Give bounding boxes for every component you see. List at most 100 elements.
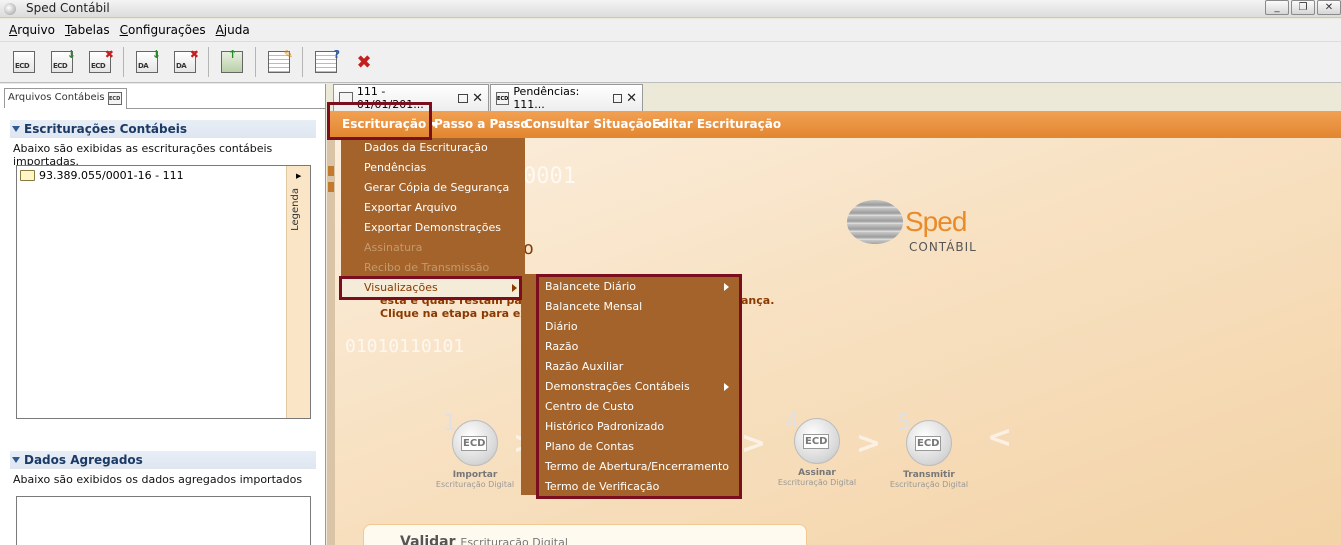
delete-da-button[interactable]: ✖ DA	[170, 47, 200, 77]
step-assinar[interactable]: 4 ECD Assinar Escrituração Digital	[777, 409, 857, 487]
toolbar-separator	[208, 47, 209, 77]
tab-label: Arquivos Contábeis	[8, 92, 105, 103]
restore-icon[interactable]: ❐	[1291, 0, 1315, 15]
tab-pendencias[interactable]: ECD Pendências: 111... ✕	[490, 84, 643, 111]
import-ecd-button[interactable]: ↓ ECD	[47, 47, 77, 77]
app-icon	[4, 3, 16, 15]
dados-agregados-description: Abaixo são exibidos os dados agregados i…	[13, 473, 303, 486]
nav-escrituracao[interactable]: Escrituração	[342, 117, 439, 131]
instructions-line-1-end: ança.	[741, 294, 775, 307]
dados-agregados-header[interactable]: Dados Agregados	[10, 451, 316, 469]
da-import-icon: ↓ DA	[136, 48, 161, 73]
background-binary: 01010110101	[345, 336, 465, 357]
submenu-item-demonstracoes-contabeis[interactable]: Demonstrações Contábeis	[539, 377, 739, 397]
menu-item-exportar-arquivo[interactable]: Exportar Arquivo	[341, 198, 525, 218]
escrituracao-dropdown: Dados da Escrituração Pendências Gerar C…	[341, 138, 525, 300]
submenu-item-balancete-diario[interactable]: Balancete Diário	[539, 277, 739, 297]
export-button[interactable]: ↑	[217, 47, 247, 77]
submenu-item-termo-verificacao[interactable]: Termo de Verificação	[539, 477, 739, 497]
help-icon: ?	[315, 48, 340, 73]
expand-arrow-icon[interactable]	[328, 182, 334, 192]
menu-item-visualizacoes[interactable]: Visualizações	[341, 278, 525, 298]
submenu-item-razao[interactable]: Razão	[539, 337, 739, 357]
ecd-document-icon: ECD	[13, 51, 35, 73]
menu-item-recibo: Recibo de Transmissão	[364, 261, 490, 274]
maximize-tab-icon[interactable]	[612, 93, 623, 103]
ecd-delete-icon: ✖ ECD	[89, 48, 114, 73]
toolbar-separator	[255, 47, 256, 77]
submenu-item-balancete-mensal[interactable]: Balancete Mensal	[539, 297, 739, 317]
menu-bar: Arquivo Tabelas Configurações Ajuda	[0, 19, 1341, 41]
transmit-step-icon: 5 ECD	[897, 411, 952, 466]
edit-button[interactable]: ✎	[264, 47, 294, 77]
menu-item-pendencias[interactable]: Pendências	[341, 158, 525, 178]
collapse-arrow-icon[interactable]	[328, 166, 334, 176]
tree-item[interactable]: 93.389.055/0001-16 - 111	[20, 169, 184, 182]
window-title: Sped Contábil	[26, 1, 110, 15]
submenu-arrow-icon	[724, 383, 729, 391]
escrituracoes-tree[interactable]: 93.389.055/0001-16 - 111 ▶ Legenda	[16, 165, 311, 419]
toolbar-separator	[123, 47, 124, 77]
menu-item-exportar-demonstracoes[interactable]: Exportar Demonstrações	[341, 218, 525, 238]
ecd-icon: ECD	[107, 92, 122, 105]
submenu-item-historico-padronizado[interactable]: Histórico Padronizado	[539, 417, 739, 437]
menu-item-dados-escrituracao[interactable]: Dados da Escrituração	[341, 138, 525, 158]
escrituracoes-header[interactable]: Escriturações Contábeis	[10, 120, 316, 138]
maximize-tab-icon[interactable]	[458, 93, 469, 103]
menu-ajuda[interactable]: Ajuda	[211, 23, 255, 37]
export-icon: ↑	[221, 48, 243, 73]
toolbar: ECD ↓ ECD ✖ ECD ↓ DA ✖ DA ↑ ✎ ? ✖	[0, 41, 1341, 83]
submenu-item-centro-de-custo[interactable]: Centro de Custo	[539, 397, 739, 417]
help-button[interactable]: ?	[311, 47, 341, 77]
open-ecd-button[interactable]: ECD	[9, 47, 39, 77]
delete-ecd-button[interactable]: ✖ ECD	[85, 47, 115, 77]
step-arrow-icon: >	[741, 426, 767, 461]
collapse-triangle-icon[interactable]	[12, 457, 20, 463]
submenu-arrow-icon	[724, 283, 729, 291]
sped-globe-icon	[847, 200, 903, 244]
ecd-icon: ECD	[496, 91, 510, 105]
instructions-line-2: Clique na etapa para exec	[380, 307, 542, 320]
exit-button[interactable]: ✖	[349, 47, 379, 77]
menu-arquivo[interactable]: Arquivo	[4, 23, 60, 37]
close-tab-icon[interactable]: ✕	[472, 91, 483, 106]
step-importar[interactable]: 1 ECD Importar Escrituração Digital	[435, 411, 515, 489]
submenu-item-plano-de-contas[interactable]: Plano de Contas	[539, 437, 739, 457]
red-x-icon: ✖	[356, 51, 372, 73]
submenu-item-razao-auxiliar[interactable]: Razão Auxiliar	[539, 357, 739, 377]
legend-toggle[interactable]: ▶ Legenda	[286, 166, 310, 418]
import-step-icon: 1 ECD	[443, 411, 498, 466]
nav-consultar-situacao[interactable]: Consultar Situação	[524, 117, 664, 131]
menu-tabelas[interactable]: Tabelas	[60, 23, 115, 37]
sign-step-icon: 4 ECD	[785, 409, 840, 464]
folder-icon	[20, 170, 35, 181]
step-transmitir[interactable]: 5 ECD Transmitir Escrituração Digital	[889, 411, 969, 489]
legend-label: Legenda	[290, 188, 301, 231]
title-bar: Sped Contábil _ ❐ ✕	[0, 0, 1341, 18]
document-tabs: 111 - 01/01/201... ✕ ECD Pendências: 111…	[327, 84, 1341, 112]
tab-arquivos-contabeis[interactable]: Arquivos Contábeis ECD	[4, 88, 127, 108]
left-panel: Arquivos Contábeis ECD Escriturações Con…	[0, 84, 326, 545]
submenu-arrow-icon	[512, 284, 517, 292]
submenu-item-termo-abertura[interactable]: Termo de Abertura/Encerramento	[539, 457, 739, 477]
visualizacoes-submenu: Balancete Diário Balancete Mensal Diário…	[536, 274, 742, 499]
validar-panel[interactable]: Validar Escrituração Digital	[363, 524, 807, 545]
import-da-button[interactable]: ↓ DA	[132, 47, 162, 77]
menu-configuracoes[interactable]: Configurações	[115, 23, 211, 37]
dados-agregados-tree[interactable]	[16, 496, 311, 545]
arrow-icon: ▶	[296, 172, 302, 180]
close-tab-icon[interactable]: ✕	[626, 91, 637, 106]
minimize-icon[interactable]: _	[1265, 0, 1289, 15]
collapse-triangle-icon[interactable]	[12, 126, 20, 132]
edit-pencil-icon: ✎	[268, 48, 293, 73]
submenu-item-diario[interactable]: Diário	[539, 317, 739, 337]
da-delete-icon: ✖ DA	[174, 48, 199, 73]
nav-passo-a-passo[interactable]: Passo a Passo	[434, 117, 529, 131]
ecd-import-icon: ↓ ECD	[51, 48, 76, 73]
nav-editar-escrituracao[interactable]: Editar Escrituração	[652, 117, 781, 131]
tab-escrituracao[interactable]: 111 - 01/01/201... ✕	[333, 84, 489, 111]
close-window-icon[interactable]: ✕	[1317, 0, 1341, 15]
background-number: 0001	[523, 164, 576, 189]
step-arrow-icon: >	[856, 426, 882, 461]
menu-item-gerar-copia[interactable]: Gerar Cópia de Segurança	[341, 178, 525, 198]
